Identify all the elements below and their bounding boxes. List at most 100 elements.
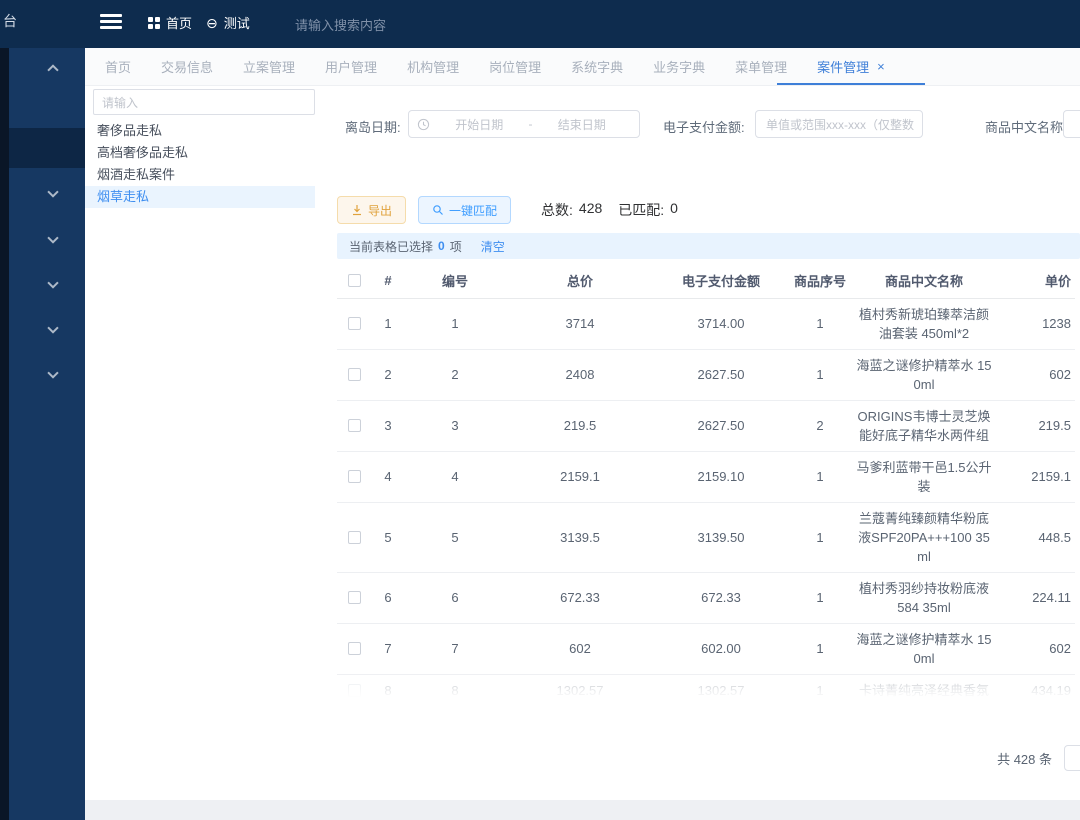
tab-label: 首页 [105,57,131,76]
cell-serial: 1 [787,451,853,502]
cell-unit_price: 602 [995,349,1075,400]
tab-6[interactable]: 岗位管理 [489,48,541,85]
table-body: 1137143714.001植村秀新琥珀臻萃洁颜油套装 450ml*212382… [337,298,1075,698]
cell-unit_price: 434.19 [995,674,1075,698]
cell-name: 马爹利蓝带干邑1.5公升装 [853,451,995,502]
tab-10[interactable]: 案件管理× [817,48,885,85]
tab-5[interactable]: 机构管理 [407,48,459,85]
tree-search-input[interactable]: 请输入 [93,89,315,115]
date-range-picker[interactable]: 开始日期 - 结束日期 [408,110,640,138]
table-row: 77602602.001海蓝之谜修护精萃水 150ml602 [337,623,1075,674]
export-button[interactable]: 导出 [337,196,406,224]
topbar-search-input[interactable]: 请输入搜索内容 [295,15,386,34]
chevron-down-icon[interactable] [47,277,58,288]
tab-1[interactable]: 首页 [105,48,131,85]
matched-value: 0 [670,200,678,220]
cell-code: 8 [405,674,505,698]
tree-item[interactable]: 烟草走私 [85,186,315,208]
cell-unit_price: 448.5 [995,502,1075,572]
amount-filter-input[interactable]: 单值或范围xxx-xxx（仅整数 [755,110,923,138]
cell-index: 5 [371,502,405,572]
row-checkbox[interactable] [348,591,361,604]
cell-unit_price: 2159.1 [995,451,1075,502]
chevron-down-icon[interactable] [47,367,58,378]
tab-close-icon[interactable]: × [877,59,885,74]
row-checkbox[interactable] [348,531,361,544]
sidebar-active-item[interactable] [9,128,85,168]
row-checkbox[interactable] [348,368,361,381]
tab-7[interactable]: 系统字典 [571,48,623,85]
table-row: 33219.52627.502ORIGINS韦博士灵芝焕能好底子精华水两件组21… [337,400,1075,451]
tab-4[interactable]: 用户管理 [325,48,377,85]
topbar-home-label: 首页 [166,13,192,32]
tab-8[interactable]: 业务字典 [653,48,705,85]
column-header: 编号 [405,264,505,298]
table-row: 2224082627.501海蓝之谜修护精萃水 150ml602 [337,349,1075,400]
tab-9[interactable]: 菜单管理 [735,48,787,85]
export-button-label: 导出 [368,202,392,219]
cell-index: 2 [371,349,405,400]
sidebar-edge [0,48,9,820]
page-footer-background [85,800,1080,820]
date-start-placeholder[interactable]: 开始日期 [430,116,529,133]
row-checkbox[interactable] [348,419,361,432]
row-checkbox[interactable] [348,642,361,655]
cell-code: 6 [405,572,505,623]
tab-label: 系统字典 [571,57,623,76]
cell-epay: 3139.50 [655,502,787,572]
cell-name: 植村秀羽纱持妆粉底液 584 35ml [853,572,995,623]
cell-unit_price: 1238 [995,298,1075,349]
cell-name: 植村秀新琥珀臻萃洁颜油套装 450ml*2 [853,298,995,349]
clear-selection-link[interactable]: 清空 [481,238,505,255]
cell-code: 5 [405,502,505,572]
cell-code: 2 [405,349,505,400]
cell-total: 3714 [505,298,655,349]
page-size-select[interactable] [1064,745,1080,771]
cell-serial: 2 [787,400,853,451]
row-checkbox[interactable] [348,470,361,483]
download-icon [351,204,363,216]
chevron-down-icon[interactable] [47,322,58,333]
cell-serial: 1 [787,298,853,349]
select-all-checkbox[interactable] [348,274,361,287]
column-header: # [371,264,405,298]
tab-2[interactable]: 交易信息 [161,48,213,85]
cell-serial: 1 [787,349,853,400]
matched-label: 已匹配: [618,200,664,220]
tab-label: 岗位管理 [489,57,541,76]
match-stats: 总数:428 已匹配:0 [541,200,678,220]
cell-index: 6 [371,572,405,623]
tree-item[interactable]: 奢侈品走私 [85,120,315,142]
amount-filter-label: 电子支付金额: [663,117,745,136]
topbar-test[interactable]: ⊖ 测试 [206,13,250,32]
tab-3[interactable]: 立案管理 [243,48,295,85]
topbar-home[interactable]: 首页 [148,13,192,32]
cell-code: 1 [405,298,505,349]
chevron-up-icon[interactable] [47,64,58,75]
selection-text-prefix: 当前表格已选择 [349,238,433,255]
cell-epay: 2159.10 [655,451,787,502]
cell-serial: 1 [787,623,853,674]
product-name-filter-input[interactable] [1063,110,1080,138]
tree-item[interactable]: 高档奢侈品走私 [85,142,315,164]
tab-label: 菜单管理 [735,57,787,76]
clock-icon [417,118,430,131]
column-header: 商品序号 [787,264,853,298]
date-end-placeholder[interactable]: 结束日期 [533,116,632,133]
cell-total: 672.33 [505,572,655,623]
date-filter-label: 离岛日期: [345,117,401,136]
cell-epay: 602.00 [655,623,787,674]
cell-index: 7 [371,623,405,674]
row-checkbox[interactable] [348,317,361,330]
chevron-down-icon[interactable] [47,232,58,243]
row-checkbox-cell [337,298,371,349]
total-value: 428 [579,200,602,220]
tree-item[interactable]: 烟酒走私案件 [85,164,315,186]
chevron-down-icon[interactable] [47,186,58,197]
table-row: 442159.12159.101马爹利蓝带干邑1.5公升装2159.1 [337,451,1075,502]
row-checkbox[interactable] [348,684,361,697]
row-checkbox-cell [337,674,371,698]
hamburger-menu-icon[interactable] [100,14,122,32]
cell-index: 3 [371,400,405,451]
one-click-match-button[interactable]: 一键匹配 [418,196,511,224]
